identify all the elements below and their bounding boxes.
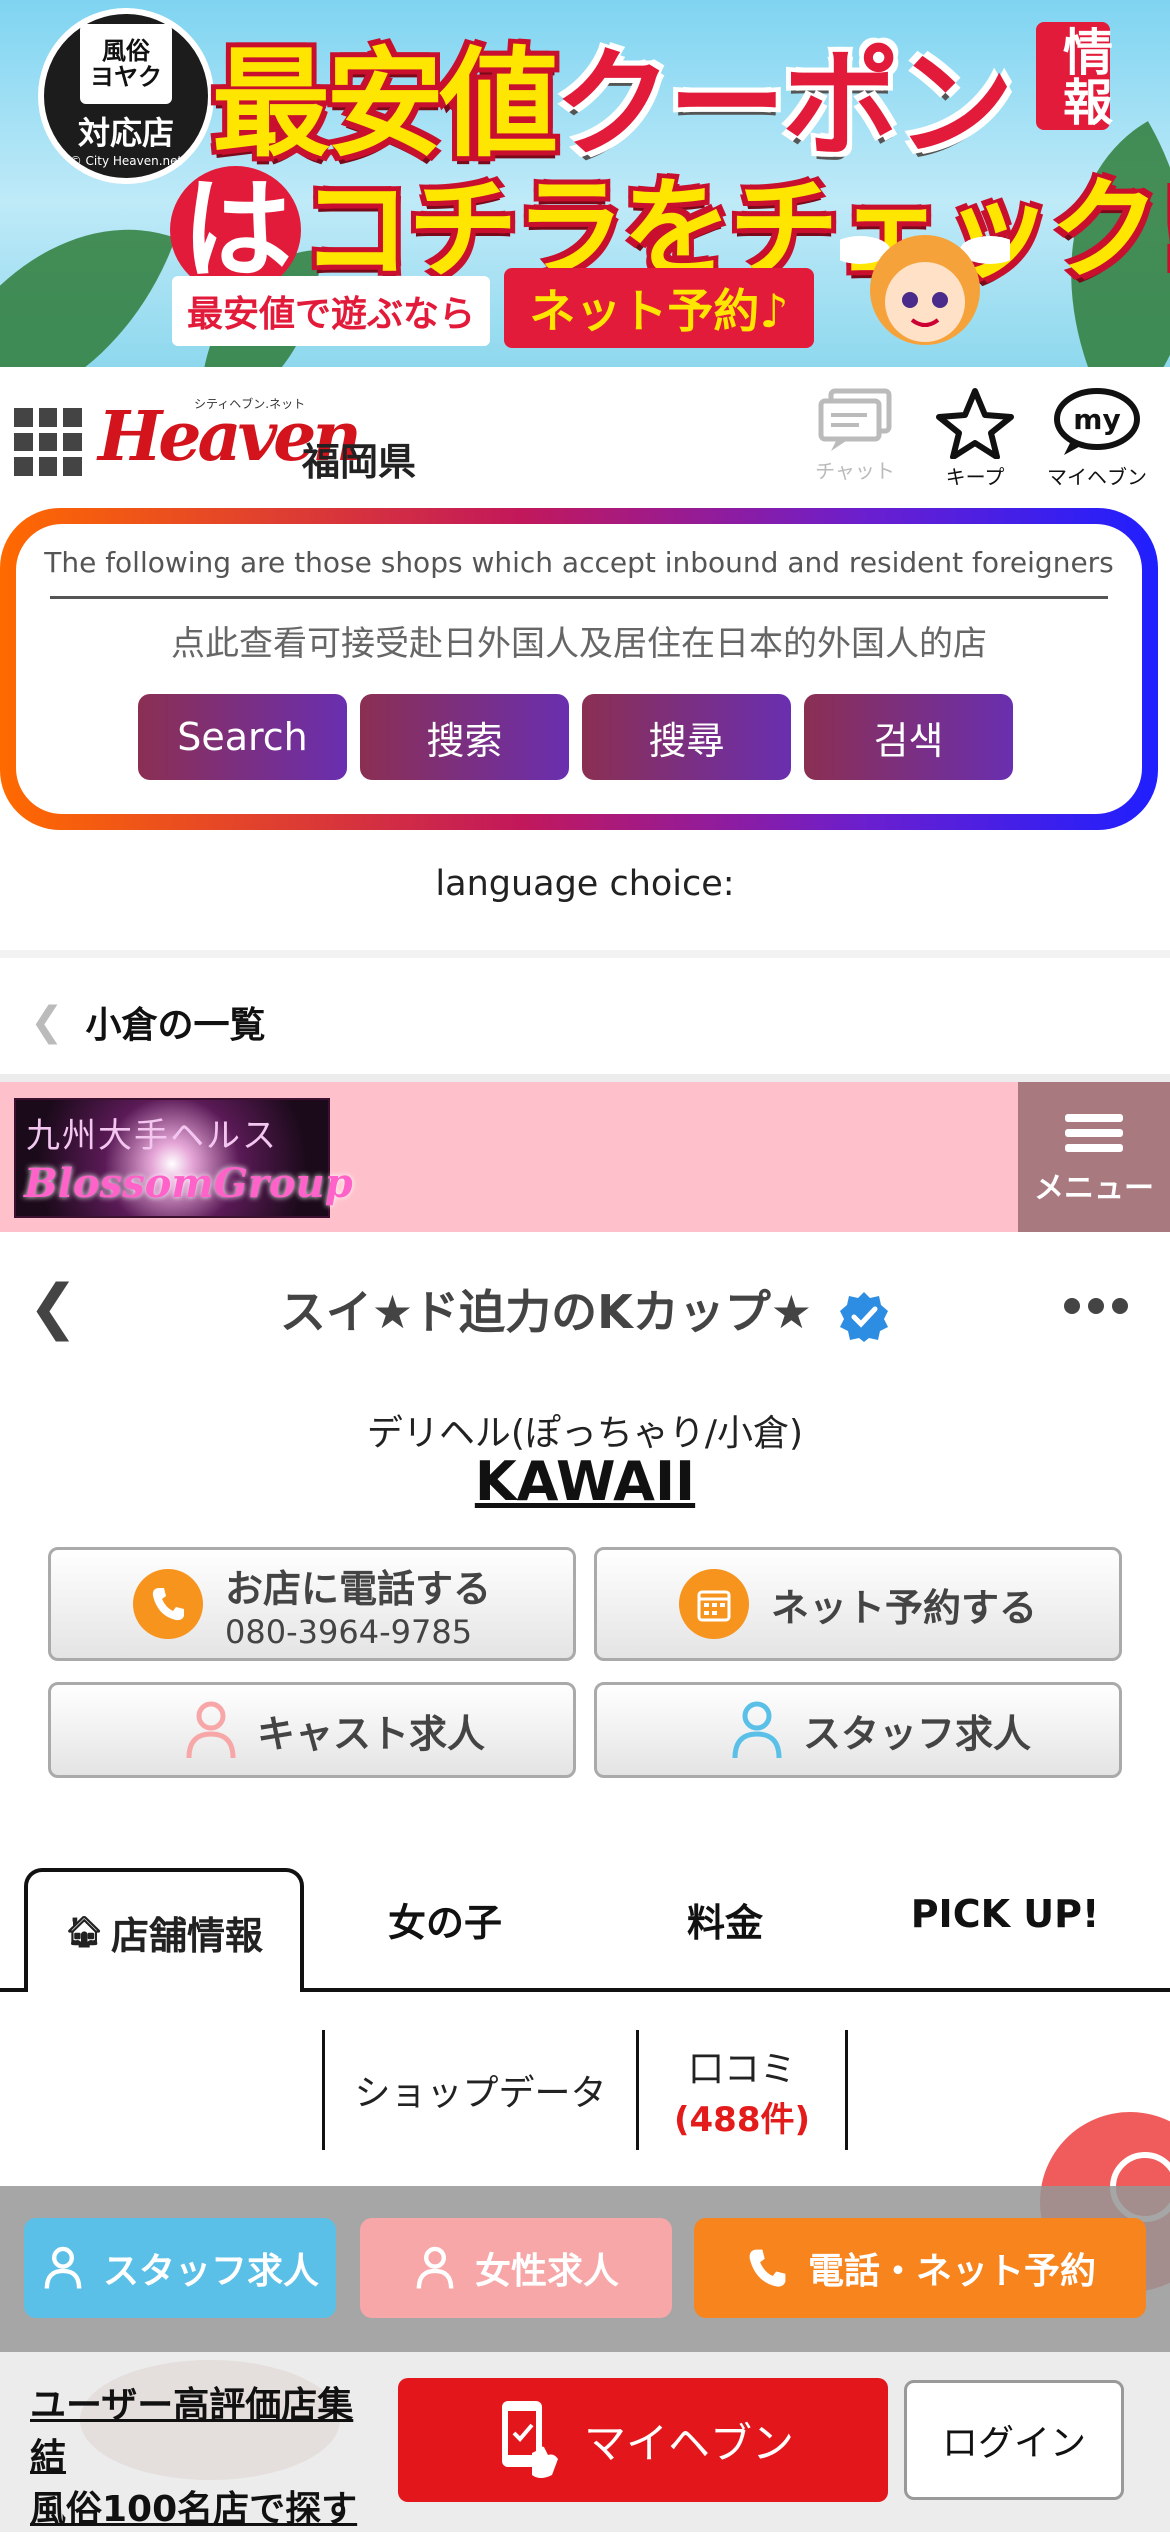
call-shop-label: お店に電話する [225, 1566, 492, 1611]
myheaven-bottom-label: マイヘブン [583, 2418, 794, 2468]
search-button-english[interactable]: Search [138, 694, 347, 780]
chat-button[interactable]: チャット [800, 387, 910, 484]
person-icon [44, 2246, 82, 2289]
subtab-shop-data-label: ショップデータ [354, 2073, 607, 2114]
keep-label: キープ [945, 465, 1005, 489]
banner-side-label: 情報 [1036, 22, 1113, 130]
myheaven-button[interactable]: my マイヘブン [1042, 387, 1152, 490]
search-button-korean[interactable]: 검색 [804, 694, 1013, 780]
phone-icon [749, 2249, 786, 2287]
login-button[interactable]: ログイン [904, 2380, 1124, 2500]
phone-icon [133, 1569, 203, 1639]
cast-recruit-button[interactable]: キャスト求人 [48, 1682, 576, 1778]
my-icon-text: my [1073, 403, 1120, 436]
inbound-english-text[interactable]: The following are those shops which acce… [16, 546, 1142, 579]
grid-menu-icon[interactable] [14, 408, 82, 476]
search-button-simplified-chinese[interactable]: 搜索 [360, 694, 569, 780]
verified-badge-icon [840, 1291, 889, 1342]
page-title: スイ★ド迫力のKカップ★ [0, 1276, 1170, 1342]
leaf-decoration [0, 176, 176, 367]
net-reserve-label: ネット予約する [771, 1585, 1038, 1630]
person-pink-icon [186, 1701, 236, 1759]
shop-genre: デリヘル(ぽっちゃり/小倉) [366, 1413, 804, 1454]
mascot-character-icon [840, 235, 1010, 345]
shop-name[interactable]: KAWAII [0, 1450, 1170, 1513]
person-blue-icon [732, 1701, 782, 1759]
cast-recruit-label: キャスト求人 [257, 1711, 486, 1756]
badge-copyright: © City Heaven.net [69, 154, 183, 168]
top100-shops-link[interactable]: ユーザー高評価店集結 風俗100名店で探す [30, 2380, 370, 2537]
shop-menu-button[interactable]: メニュー [1018, 1082, 1170, 1232]
tab-price[interactable]: 料金 [610, 1892, 840, 1947]
badge-box-text: 風俗 ヨヤク [80, 24, 172, 104]
call-shop-button[interactable]: お店に電話する 080-3964-9785 [48, 1547, 576, 1661]
back-to-list-label: 小倉の一覧 [85, 1005, 266, 1046]
banner-pill-net-reserve: ネット予約♪ [504, 268, 814, 348]
hamburger-icon [1065, 1107, 1123, 1159]
subtab-shop-data[interactable]: ショップデータ [322, 2030, 636, 2150]
phone-tap-icon [501, 2401, 558, 2478]
subtab-reviews[interactable]: 口コミ (488件) [636, 2030, 848, 2150]
search-button-traditional-chinese[interactable]: 搜尋 [582, 694, 791, 780]
sticky-staff-recruit-label: スタッフ求人 [102, 2251, 319, 2292]
page-title-text: スイ★ド迫力のKカップ★ [279, 1285, 813, 1339]
review-count: (488件) [673, 2099, 811, 2140]
back-to-list-link[interactable]: ❮ 小倉の一覧 [30, 996, 266, 1048]
shop-phone-number: 080-3964-9785 [225, 1612, 473, 1651]
calendar-icon [679, 1569, 749, 1639]
inbound-search-buttons: Search 搜索 搜尋 검색 [138, 694, 1013, 780]
bottom-bar: ユーザー高評価店集結 風俗100名店で探す マイヘブン ログイン [0, 2352, 1170, 2532]
sticky-call-reserve-button[interactable]: 電話・ネット予約 [694, 2218, 1146, 2318]
shop-group-logo-line1: 九州大手ヘルス [26, 1116, 278, 1156]
star-icon [936, 388, 1014, 459]
subtab-reviews-label: 口コミ [687, 2048, 796, 2090]
sticky-call-reserve-label: 電話・ネット予約 [807, 2251, 1096, 2292]
net-reserve-button[interactable]: ネット予約する [594, 1547, 1122, 1661]
chevron-left-icon: ❮ [30, 999, 64, 1045]
keep-button[interactable]: キープ [920, 387, 1030, 490]
shop-group-logo[interactable]: 九州大手ヘルス BlossomGroup [14, 1098, 353, 1218]
sticky-staff-recruit-button[interactable]: スタッフ求人 [24, 2218, 336, 2318]
prefecture-label: 福岡県 [302, 440, 417, 484]
chat-label: チャット [815, 459, 895, 483]
tab-pickup[interactable]: PICK UP! [870, 1892, 1140, 1936]
staff-recruit-label: スタッフ求人 [803, 1711, 1032, 1756]
myheaven-icon: my [1054, 388, 1140, 455]
myheaven-bottom-button[interactable]: マイヘブン [398, 2378, 888, 2502]
home-icon: 🏠︎ [64, 1914, 104, 1950]
shop-group-logo-line2: BlossomGroup [24, 1160, 353, 1207]
more-options-icon[interactable] [1064, 1298, 1128, 1314]
menu-label: メニュー [1034, 1171, 1154, 1206]
tab-girls[interactable]: 女の子 [330, 1892, 560, 1947]
myheaven-label: マイヘブン [1047, 465, 1147, 489]
chat-icon [818, 388, 892, 451]
shop-header-bar: 九州大手ヘルス BlossomGroup メニュー [0, 1082, 1170, 1232]
tab-shop-info-label: 店舗情報 [111, 1913, 264, 1958]
inbound-foreigners-box: The following are those shops which acce… [0, 508, 1158, 830]
inbound-divider [50, 596, 1108, 599]
shop-info-subtabs: ショップデータ 口コミ (488件) [322, 2030, 848, 2150]
language-choice-label: language choice: [435, 864, 735, 904]
divider [0, 1074, 1170, 1082]
divider [0, 950, 1170, 958]
badge-main-text: 対応店 [77, 114, 174, 152]
sticky-action-bar: スタッフ求人 女性求人 電話・ネット予約 [0, 2186, 1170, 2352]
person-icon [416, 2246, 454, 2289]
inbound-inner: The following are those shops which acce… [16, 524, 1142, 814]
banner-subheadline-ha: は [170, 166, 301, 294]
staff-recruit-button[interactable]: スタッフ求人 [594, 1682, 1122, 1778]
sticky-female-recruit-label: 女性求人 [474, 2251, 619, 2292]
inbound-chinese-text[interactable]: 点此查看可接受赴日外国人及居住在日本的外国人的店 [16, 616, 1142, 665]
sticky-female-recruit-button[interactable]: 女性求人 [360, 2218, 672, 2318]
banner-pill-cheapest: 最安値で遊ぶなら [172, 276, 490, 346]
site-header: シティヘブン.ネット Heaven 福岡県 チャット キープ my マイヘブン [0, 367, 1170, 507]
tab-shop-info[interactable]: 🏠︎ 店舗情報 [24, 1868, 304, 1992]
coupon-banner[interactable]: 風俗 ヨヤク 対応店 © City Heaven.net 最安値クーポン 情報 … [0, 0, 1170, 367]
